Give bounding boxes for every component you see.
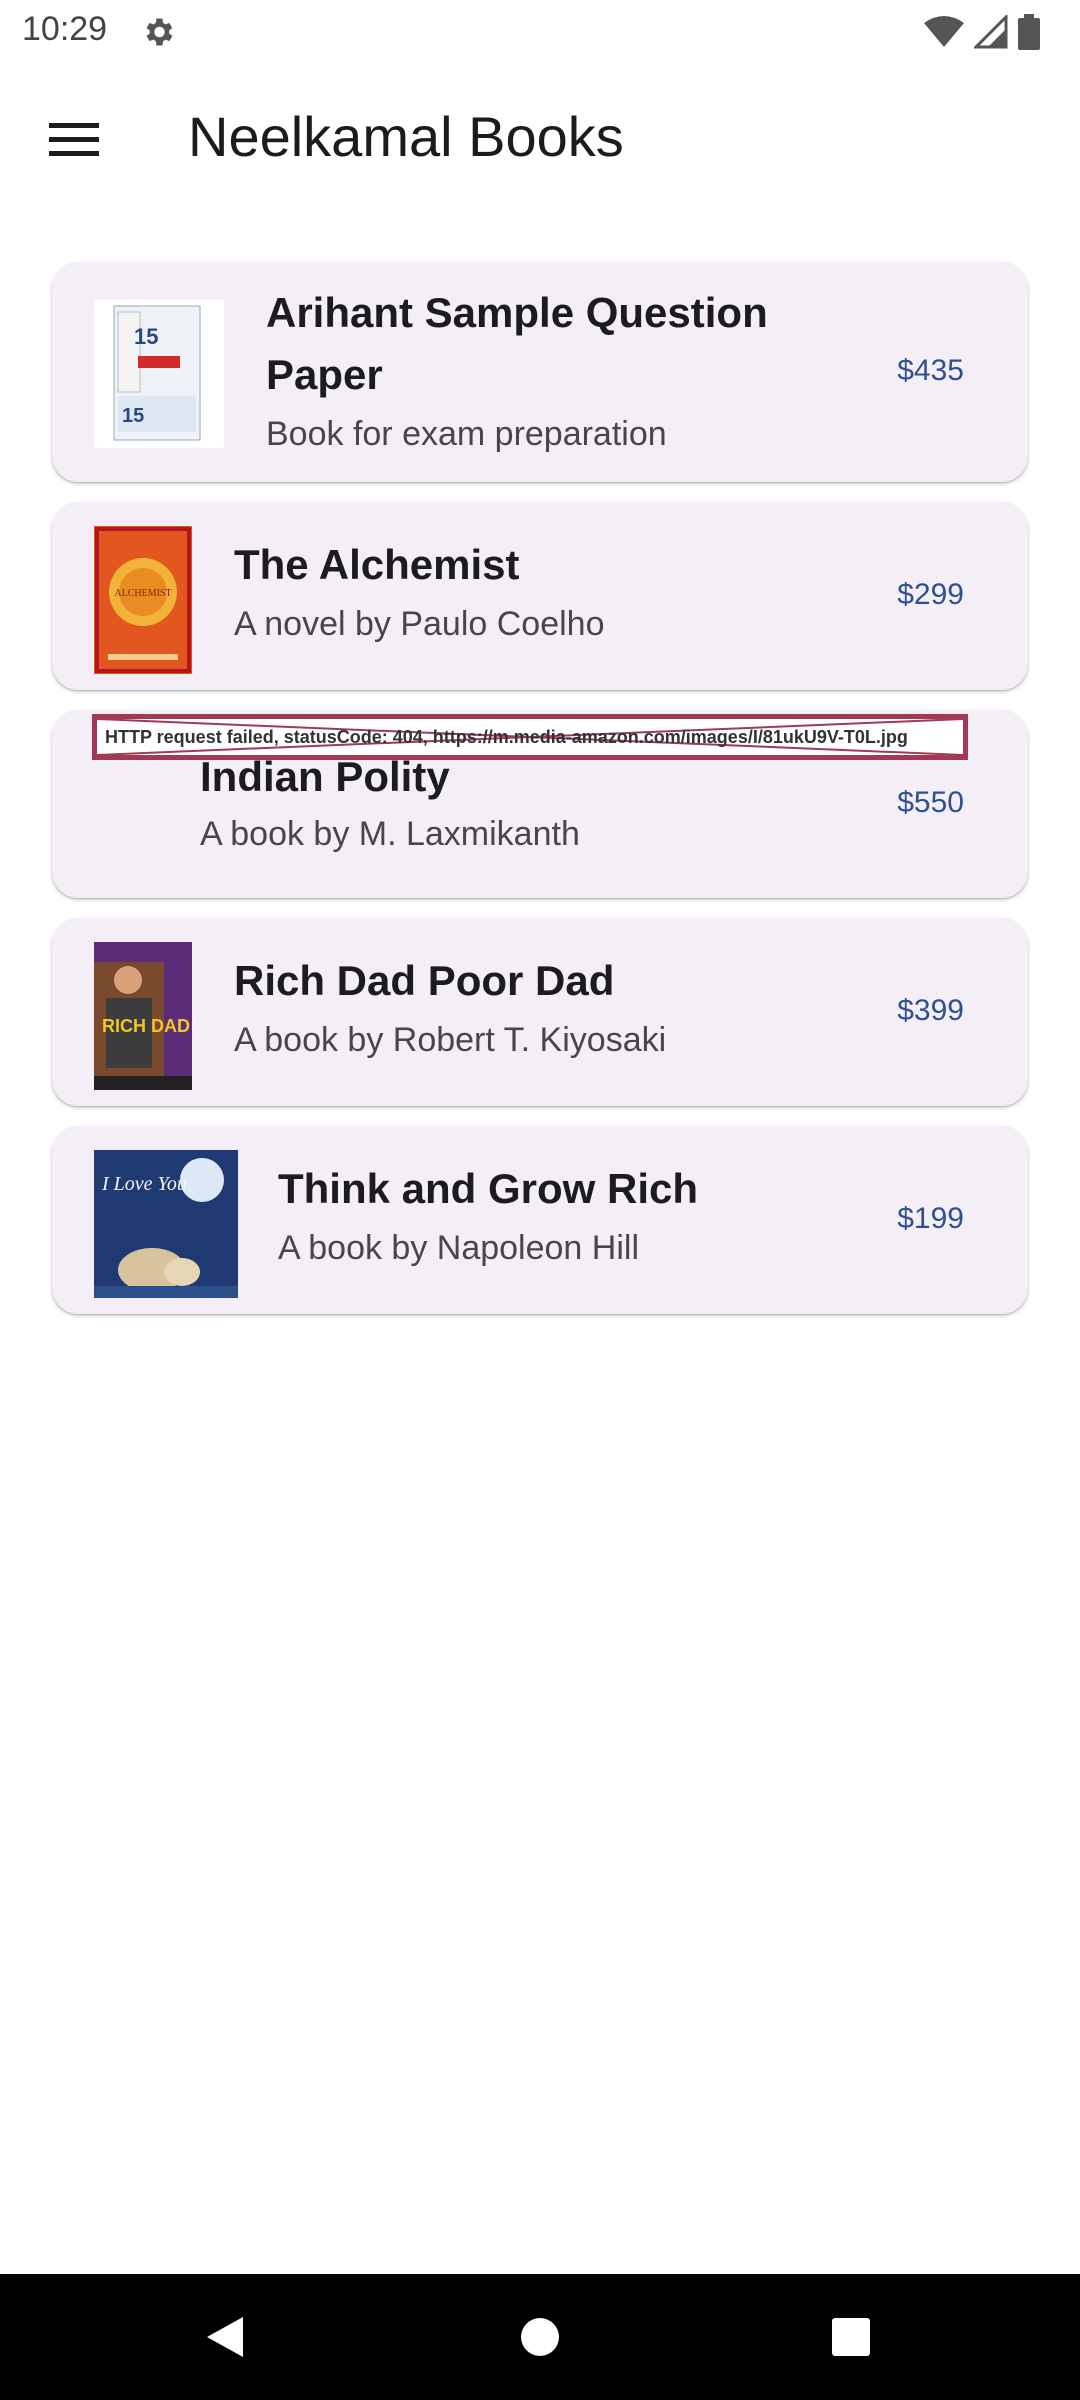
home-icon	[521, 2318, 559, 2356]
recents-icon	[832, 2318, 870, 2356]
gear-icon	[146, 18, 173, 46]
book-card-alchemist[interactable]: ALCHEMIST The Alchemist A novel by Paulo…	[52, 502, 1028, 690]
book-price: $550	[897, 786, 964, 819]
back-button[interactable]	[190, 2302, 260, 2372]
book-price: $435	[897, 354, 964, 387]
page-title: Neelkamal Books	[188, 105, 624, 168]
status-time: 10:29	[22, 10, 108, 48]
book-card-think-and-grow-rich[interactable]: I Love You Think and Grow Rich A book by…	[52, 1126, 1028, 1314]
cover-text: I Love You	[101, 1173, 187, 1195]
svg-text:15: 15	[122, 405, 144, 427]
cover-text: RICH DAD	[102, 1016, 190, 1036]
image-error-text: HTTP request failed, statusCode: 404, ht…	[105, 727, 908, 747]
status-bar: 10:29	[0, 0, 1080, 64]
book-subtitle: A novel by Paulo Coelho	[234, 605, 605, 643]
home-button[interactable]	[505, 2302, 575, 2372]
book-cover-image: 15 15	[94, 300, 224, 448]
hamburger-menu-icon	[49, 123, 99, 156]
book-card-indian-polity[interactable]: HTTP request failed, statusCode: 404, ht…	[52, 710, 1028, 898]
cover-text: 15	[134, 324, 158, 349]
book-cover-image: RICH DAD	[94, 942, 192, 1090]
cover-text: ALCHEMIST	[114, 588, 171, 599]
book-price: $199	[897, 1202, 964, 1235]
book-cover-image: I Love You	[94, 1150, 238, 1298]
book-card-arihant[interactable]: 15 15 Arihant Sample Question Paper Book…	[52, 262, 1028, 482]
book-subtitle: Book for exam preparation	[266, 415, 667, 453]
screen: 10:29 Neelkamal Books 15 15 Arihant Samp…	[0, 0, 1080, 2400]
status-icons	[924, 12, 1040, 52]
book-subtitle: A book by Napoleon Hill	[278, 1229, 640, 1267]
back-icon	[207, 2317, 243, 2357]
book-price: $299	[897, 578, 964, 611]
wifi-icon	[924, 16, 964, 47]
book-cover-image: ALCHEMIST	[94, 526, 192, 674]
app-bar: Neelkamal Books	[0, 70, 1080, 206]
system-navigation-bar	[0, 2274, 1080, 2400]
book-title: Think and Grow Rich	[278, 1165, 699, 1212]
menu-button[interactable]	[34, 104, 114, 174]
book-title: Indian Polity	[200, 753, 450, 800]
book-list: 15 15 Arihant Sample Question Paper Book…	[52, 262, 1028, 1334]
recents-button[interactable]	[816, 2302, 886, 2372]
book-subtitle: A book by M. Laxmikanth	[200, 815, 580, 853]
book-title: Arihant Sample Question Paper	[266, 289, 768, 398]
book-subtitle: A book by Robert T. Kiyosaki	[234, 1021, 667, 1059]
book-card-rich-dad[interactable]: RICH DAD Rich Dad Poor Dad A book by Rob…	[52, 918, 1028, 1106]
book-title: The Alchemist	[234, 541, 520, 588]
book-price: $399	[897, 994, 964, 1027]
battery-icon	[1018, 14, 1040, 50]
book-title: Rich Dad Poor Dad	[234, 957, 615, 1004]
signal-icon	[974, 15, 1008, 49]
